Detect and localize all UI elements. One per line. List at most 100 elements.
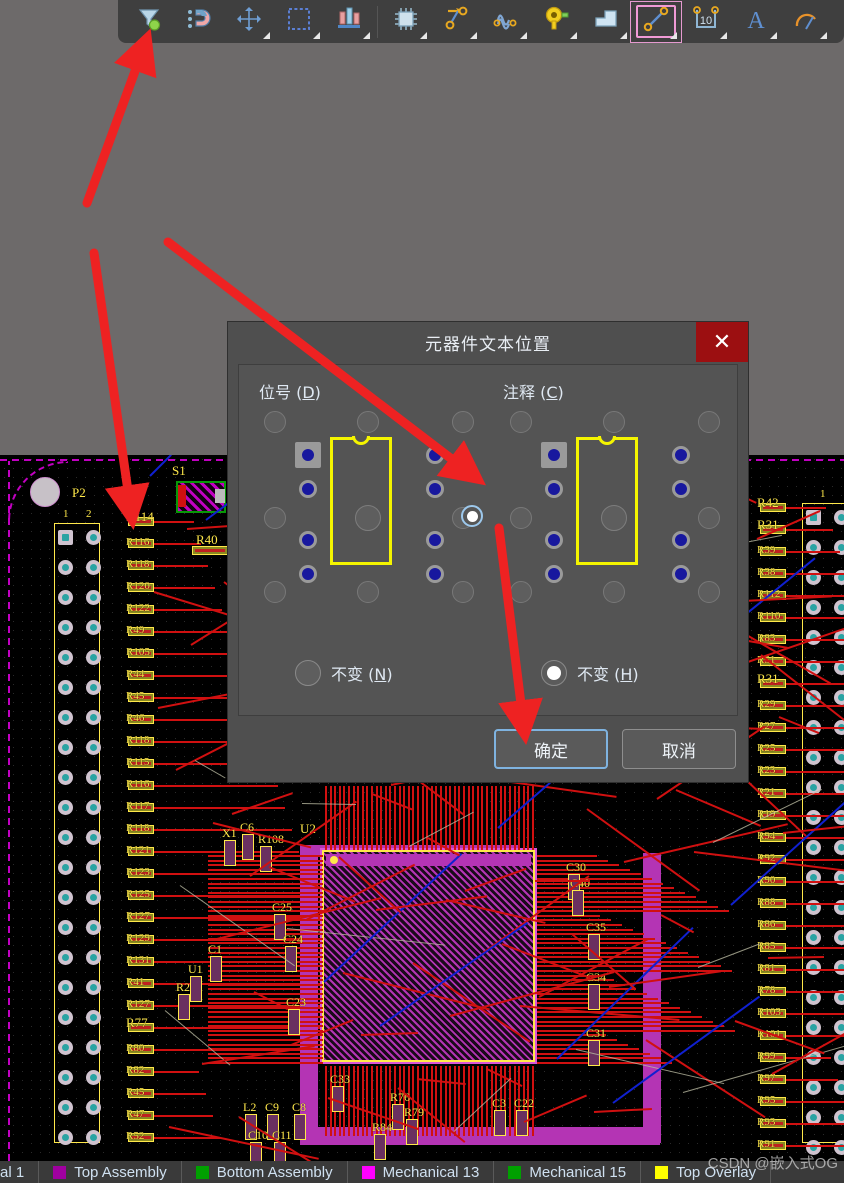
designator-pos-inner-right-lower[interactable] <box>426 531 444 549</box>
toolbar-button-place-component[interactable] <box>381 2 431 42</box>
toolbar-button-place-arc[interactable] <box>781 2 831 42</box>
layer-tab-top-overlay[interactable]: Top Overlay <box>641 1161 772 1183</box>
toolbar-button-route-differential[interactable] <box>481 2 531 42</box>
dropdown-arrow-icon[interactable] <box>263 31 270 39</box>
close-icon[interactable]: ✕ <box>696 322 748 362</box>
dropdown-arrow-icon[interactable] <box>520 31 527 39</box>
dropdown-arrow-icon[interactable] <box>620 31 627 39</box>
designator-pos-inner-right-upper[interactable] <box>426 480 444 498</box>
designator-pos-top-right[interactable] <box>452 411 474 433</box>
pad-hole <box>62 744 69 751</box>
layer-tab-bottom-assembly[interactable]: Bottom Assembly <box>182 1161 348 1183</box>
layer-tab-mechanical-1[interactable]: al 1 <box>0 1161 40 1183</box>
pcb-designator-S1: S1 <box>172 463 186 478</box>
toolbar-button-move-cross[interactable] <box>224 2 274 42</box>
designator-unchanged-row[interactable]: 不变 (N) <box>295 660 393 686</box>
designator-pos-left-middle[interactable] <box>264 507 286 529</box>
bga-fanout-track <box>208 1011 323 1014</box>
comment-pos-inner-top-right[interactable] <box>672 446 690 464</box>
dropdown-arrow-icon[interactable] <box>570 31 577 39</box>
toolbar-button-magnet[interactable] <box>174 2 224 42</box>
dropdown-arrow-icon[interactable] <box>720 31 727 39</box>
dropdown-arrow-icon[interactable] <box>670 31 677 39</box>
comment-pos-top-right[interactable] <box>698 411 720 433</box>
comment-pos-inner-top-left[interactable] <box>545 446 563 464</box>
pcb-designator-label: R110 <box>757 610 781 622</box>
bga-fanout-track <box>208 1043 323 1046</box>
connector-pad <box>86 860 101 875</box>
toolbar-button-place-line[interactable] <box>630 0 682 43</box>
toolbar-button-place-polygon[interactable] <box>581 2 631 42</box>
comment-unchanged-radio[interactable] <box>541 660 567 686</box>
dropdown-arrow-icon[interactable] <box>363 31 370 39</box>
comment-pos-inner-left-upper[interactable] <box>545 480 563 498</box>
layer-tab-bar[interactable]: al 1 Top Assembly Bottom Assembly Mechanica… <box>0 1161 844 1183</box>
dropdown-arrow-icon[interactable] <box>820 31 827 39</box>
dropdown-arrow-icon[interactable] <box>313 31 320 39</box>
bga-fanout-track <box>361 786 364 850</box>
comment-pos-top-left[interactable] <box>510 411 532 433</box>
pad-hole <box>838 784 844 791</box>
designator-unchanged-radio[interactable] <box>295 660 321 686</box>
comment-unchanged-row[interactable]: 不变 (H) <box>541 660 639 686</box>
designator-pos-top-center[interactable] <box>357 411 379 433</box>
layer-tab-mechanical-15[interactable]: Mechanical 15 <box>494 1161 642 1183</box>
pcb-designator-label: R88 <box>757 896 776 908</box>
layer-tab-mechanical-13[interactable]: Mechanical 13 <box>348 1161 495 1183</box>
designator-pos-inner-bottom-right[interactable] <box>426 565 444 583</box>
comment-pos-right-middle[interactable] <box>698 507 720 529</box>
pcb-designator-label: R127 <box>126 998 150 1010</box>
comment-pos-inner-right-lower[interactable] <box>672 531 690 549</box>
comment-pos-bottom-center[interactable] <box>603 581 625 603</box>
pcb-designator-label: R86 <box>757 918 776 930</box>
bga-fanout-track <box>537 1025 724 1028</box>
pcb-designator-label: R115 <box>126 756 150 768</box>
comment-pos-inner-bottom-right[interactable] <box>672 565 690 583</box>
routing-track <box>535 880 590 882</box>
comment-pos-bottom-left[interactable] <box>510 581 532 603</box>
designator-pos-inner-left-lower[interactable] <box>299 531 317 549</box>
layer-tab-label: Top Overlay <box>676 1163 757 1181</box>
designator-pos-inner-top-right[interactable] <box>426 446 444 464</box>
designator-pos-inner-bottom-left[interactable] <box>299 565 317 583</box>
toolbar-button-align[interactable] <box>324 2 374 42</box>
comment-pos-inner-left-lower[interactable] <box>545 531 563 549</box>
component-text-position-dialog[interactable]: 元器件文本位置 ✕ 位号 (D) 注释 (C) 不变 (N) 不变 (H) 确定… <box>228 322 748 782</box>
pad-hole <box>90 534 97 541</box>
toolbar-button-place-via[interactable] <box>531 2 581 42</box>
bga-fanout-track <box>348 786 350 850</box>
pad-hole <box>62 564 69 571</box>
comment-pos-inner-bottom-left[interactable] <box>545 565 563 583</box>
designator-pos-bottom-right[interactable] <box>452 581 474 603</box>
pad-hole <box>62 984 69 991</box>
toolbar-button-filter-funnel[interactable] <box>124 2 174 42</box>
comment-pos-top-center[interactable] <box>603 411 625 433</box>
toolbar-button-place-string[interactable]: A <box>731 2 781 42</box>
ok-button[interactable]: 确定 <box>494 729 608 769</box>
dropdown-arrow-icon[interactable] <box>770 31 777 39</box>
toolbar-button-selection-box[interactable] <box>274 2 324 42</box>
comment-pos-left-middle[interactable] <box>510 507 532 529</box>
cancel-button[interactable]: 取消 <box>622 729 736 769</box>
pad-hole <box>810 754 817 761</box>
designator-pos-bottom-left[interactable] <box>264 581 286 603</box>
designator-pos-selected[interactable] <box>461 505 483 527</box>
designator-pos-top-left[interactable] <box>264 411 286 433</box>
routing-track <box>154 1115 213 1117</box>
designator-pos-inner-top-left[interactable] <box>299 446 317 464</box>
pcb-toolbar[interactable]: 10 A <box>118 0 844 43</box>
pcb-designator-label: R94 <box>757 830 776 842</box>
comment-pos-bottom-right[interactable] <box>698 581 720 603</box>
pad-hole <box>90 1044 97 1051</box>
dropdown-arrow-icon[interactable] <box>420 31 427 39</box>
toolbar-button-route-net[interactable] <box>431 2 481 42</box>
pad-hole <box>90 1104 97 1111</box>
pad-hole <box>810 844 817 851</box>
toolbar-button-place-dimension[interactable]: 10 <box>681 2 731 42</box>
comment-pos-inner-right-upper[interactable] <box>672 480 690 498</box>
layer-tab-top-assembly[interactable]: Top Assembly <box>39 1161 182 1183</box>
dropdown-arrow-icon[interactable] <box>470 31 477 39</box>
designator-pos-inner-left-upper[interactable] <box>299 480 317 498</box>
designator-pos-bottom-center[interactable] <box>357 581 379 603</box>
bga-fanout-track <box>444 786 447 850</box>
